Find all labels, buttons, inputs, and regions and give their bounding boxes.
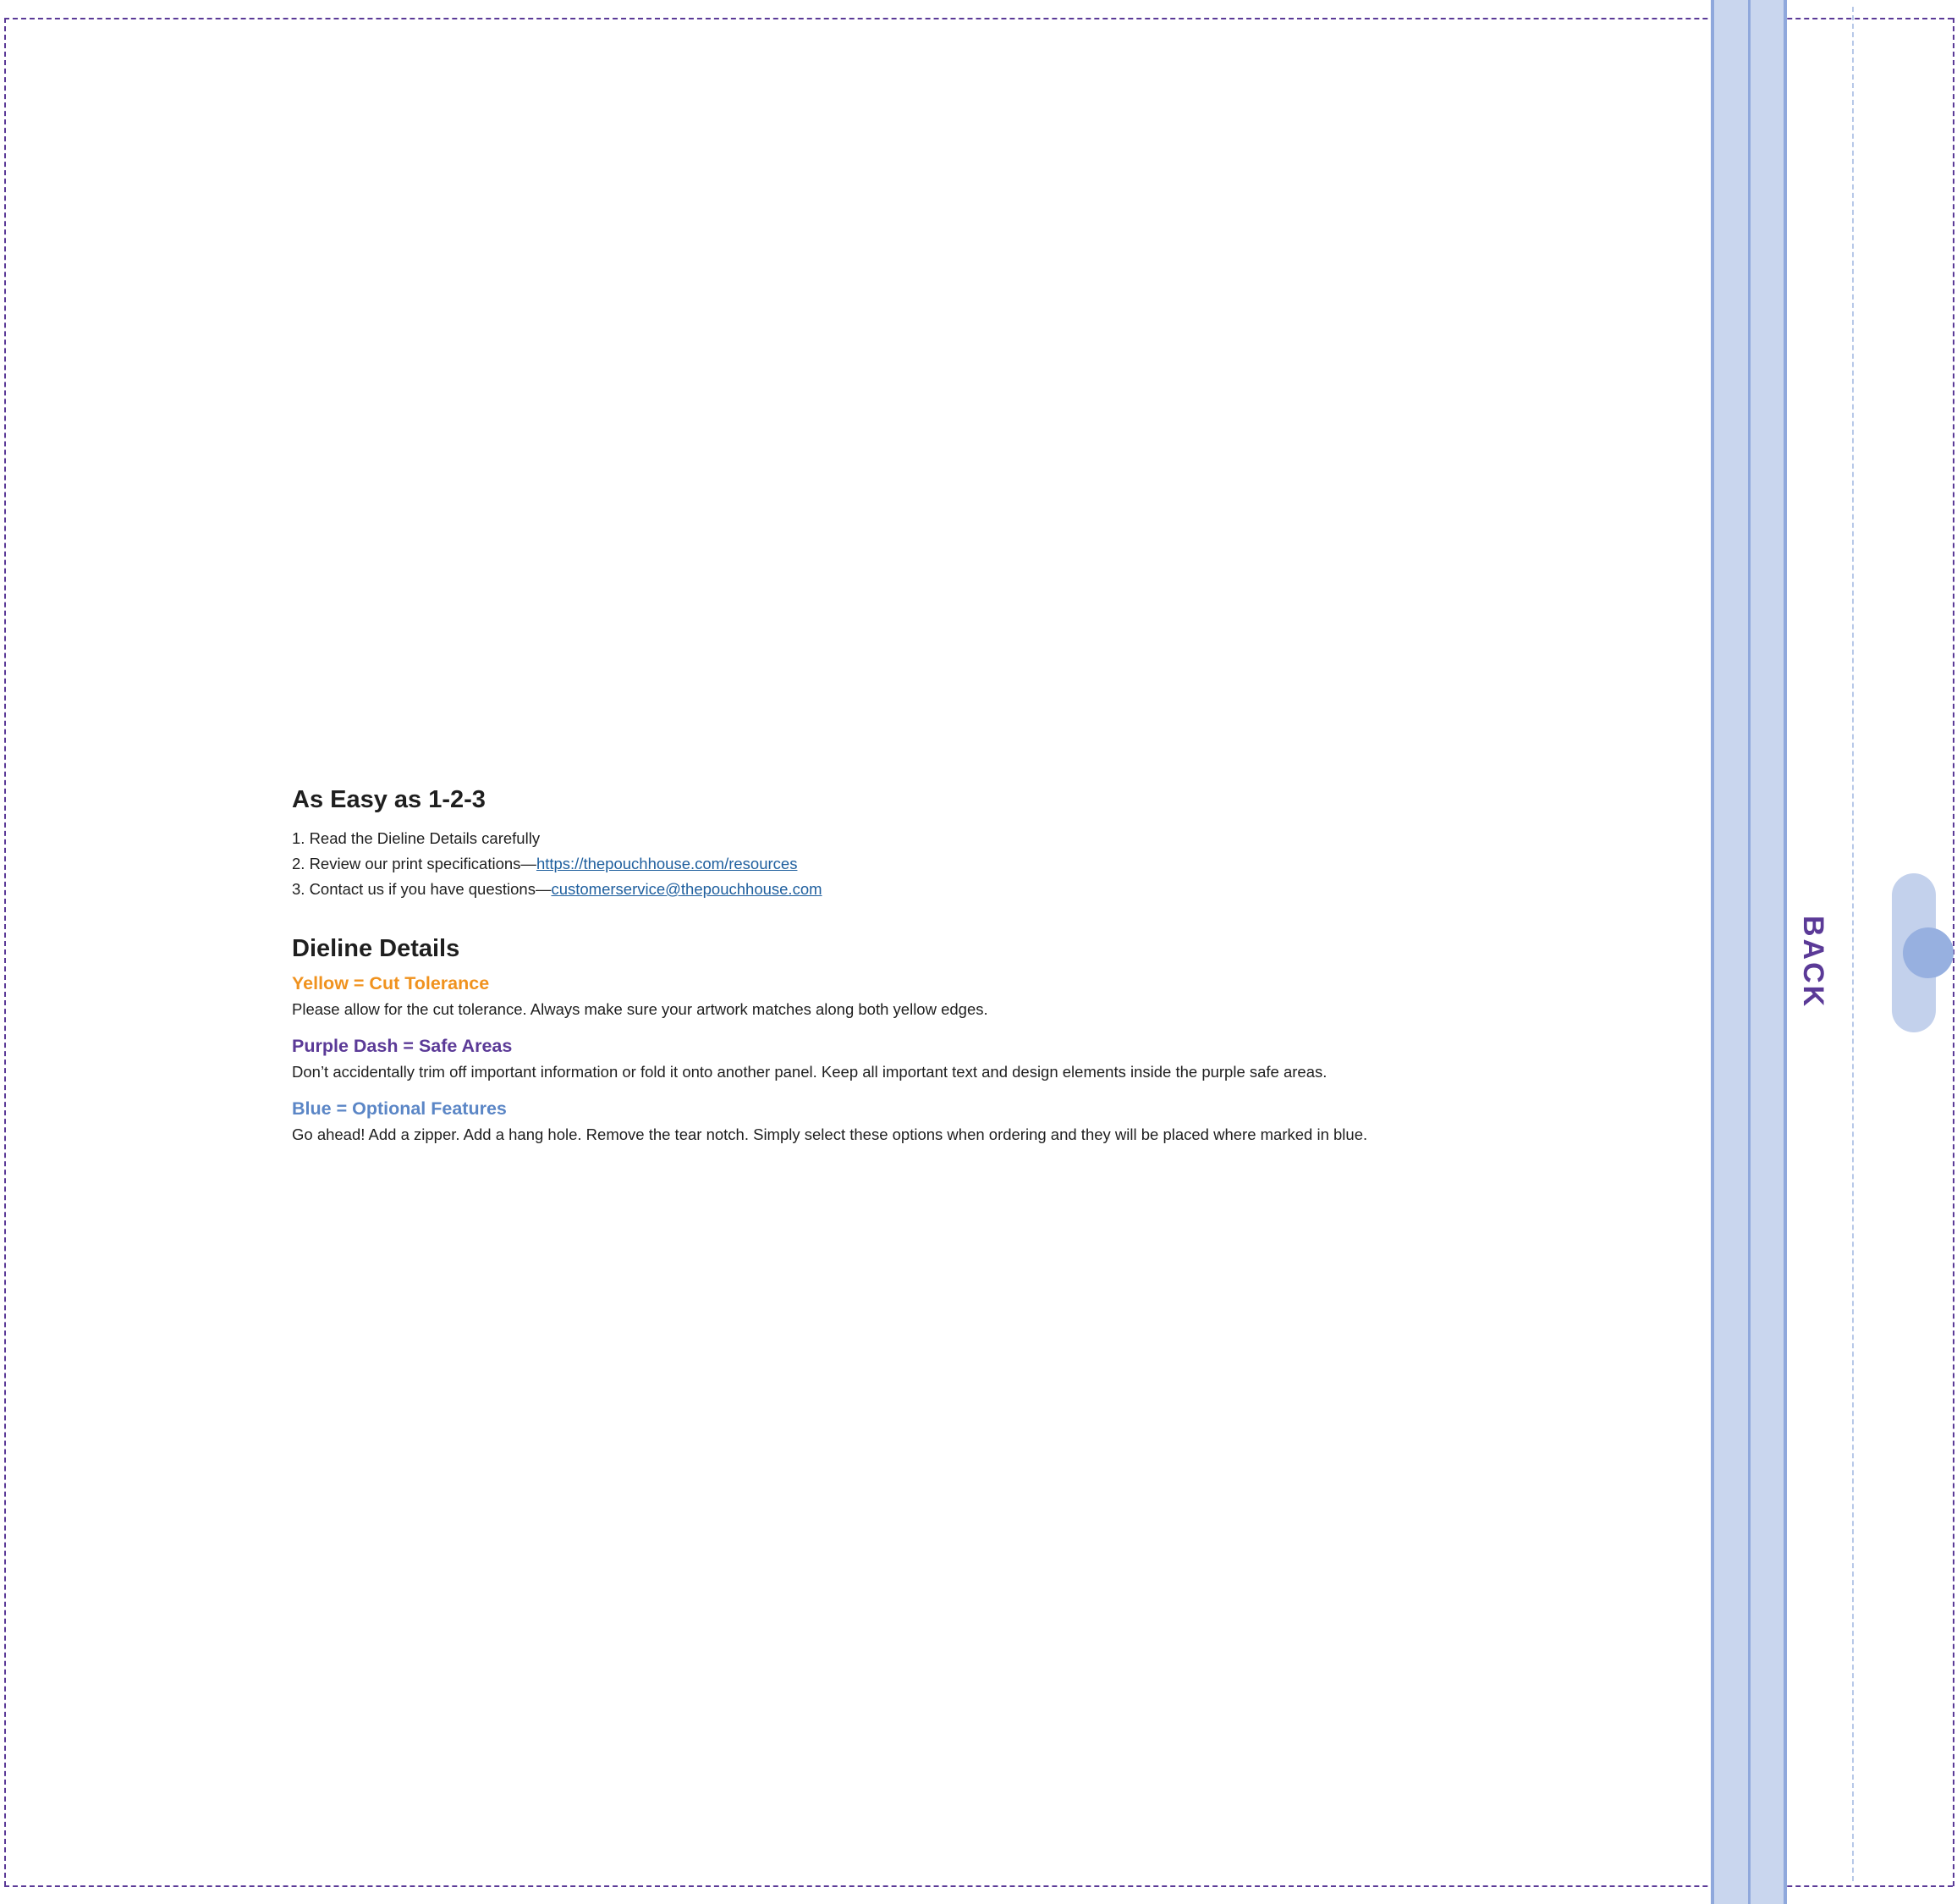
easy-steps-heading: As Easy as 1-2-3 bbox=[292, 786, 486, 813]
step-3: 3. Contact us if you have questions—cust… bbox=[292, 877, 1679, 902]
dieline-details-heading: Dieline Details bbox=[292, 935, 460, 962]
dieline-instructions: As Easy as 1-2-3 1. Read the Dieline Det… bbox=[292, 782, 1679, 1147]
safe-area-line-top bbox=[4, 18, 1953, 19]
step-3-text: 3. Contact us if you have questions— bbox=[292, 880, 552, 898]
optional-features-description: Go ahead! Add a zipper. Add a hang hole.… bbox=[292, 1125, 1368, 1143]
step-1: 1. Read the Dieline Details carefully bbox=[292, 826, 1679, 851]
customer-service-email-link[interactable]: customerservice@thepouchhouse.com bbox=[551, 880, 822, 898]
step-1-text: 1. Read the Dieline Details carefully bbox=[292, 829, 541, 847]
step-2-text: 2. Review our print specifications— bbox=[292, 855, 536, 872]
step-2: 2. Review our print specifications—https… bbox=[292, 851, 1679, 877]
optional-features-title: Blue = Optional Features bbox=[292, 1098, 507, 1119]
back-panel-label: BACK bbox=[1797, 916, 1829, 1010]
fold-line bbox=[1852, 7, 1854, 1881]
cut-tolerance-description: Please allow for the cut tolerance. Alwa… bbox=[292, 1000, 988, 1018]
hang-hole-circle bbox=[1903, 927, 1954, 978]
safe-area-line-bottom bbox=[4, 1885, 1953, 1887]
resources-link[interactable]: https://thepouchhouse.com/resources bbox=[536, 855, 798, 872]
zipper-center-line bbox=[1748, 0, 1751, 1904]
safe-area-line-left bbox=[4, 18, 6, 1886]
steps-list: 1. Read the Dieline Details carefully 2.… bbox=[292, 826, 1679, 902]
cut-tolerance-title: Yellow = Cut Tolerance bbox=[292, 973, 490, 993]
safe-areas-description: Don’t accidentally trim off important in… bbox=[292, 1063, 1328, 1081]
safe-areas-title: Purple Dash = Safe Areas bbox=[292, 1036, 513, 1056]
